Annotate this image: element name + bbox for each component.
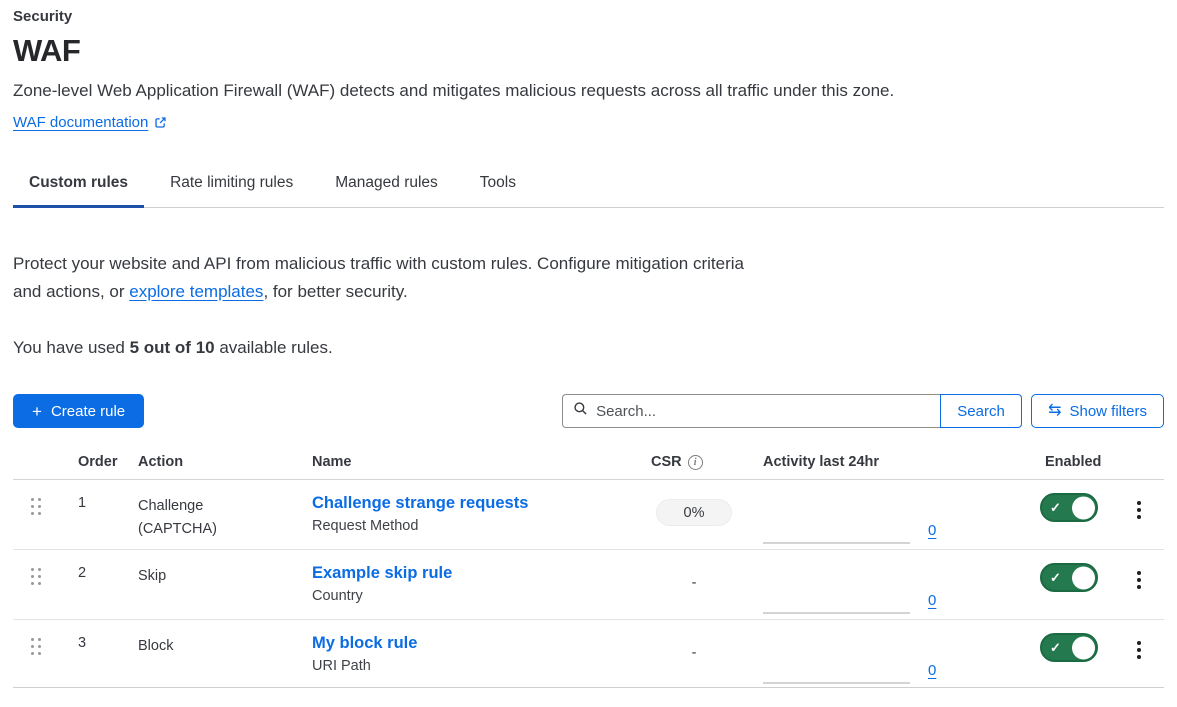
- intro-text-after: , for better security.: [263, 282, 407, 301]
- tab-managed-rules[interactable]: Managed rules: [319, 164, 454, 208]
- table-header-row: Order Action Name CSR i Activity last 24…: [13, 454, 1164, 480]
- column-header-action: Action: [125, 454, 299, 470]
- page-title: WAF: [13, 33, 1164, 69]
- rule-action: Skip: [125, 563, 255, 588]
- tab-rate-limiting-rules[interactable]: Rate limiting rules: [154, 164, 309, 208]
- tab-tools[interactable]: Tools: [464, 164, 532, 208]
- custom-rules-intro: Protect your website and API from malici…: [13, 250, 753, 306]
- explore-templates-link[interactable]: explore templates: [129, 282, 263, 301]
- rule-order: 2: [65, 563, 125, 581]
- column-header-csr: CSR i: [638, 454, 750, 470]
- rules-toolbar: + Create rule Search ⇆ Show filters: [13, 394, 1164, 428]
- rules-usage-summary: You have used 5 out of 10 available rule…: [13, 338, 1164, 358]
- csr-badge: 0%: [656, 499, 732, 526]
- column-header-name: Name: [299, 454, 638, 470]
- page-description: Zone-level Web Application Firewall (WAF…: [13, 81, 1164, 101]
- usage-text-before: You have used: [13, 338, 130, 357]
- plus-icon: +: [32, 403, 42, 420]
- csr-info-icon[interactable]: i: [688, 455, 703, 470]
- drag-handle-icon[interactable]: [31, 638, 41, 655]
- rule-expression-field: Request Method: [312, 518, 638, 534]
- create-rule-button-label: Create rule: [51, 403, 125, 420]
- external-link-icon: [154, 116, 167, 129]
- kebab-menu-button[interactable]: [1127, 637, 1151, 663]
- column-header-csr-label: CSR: [651, 454, 682, 470]
- search-group: Search ⇆ Show filters: [562, 394, 1164, 428]
- show-filters-button[interactable]: ⇆ Show filters: [1031, 394, 1164, 428]
- waf-page: Security WAF Zone-level Web Application …: [0, 0, 1177, 688]
- enabled-toggle[interactable]: ✓: [1040, 633, 1098, 662]
- breadcrumb-security: Security: [13, 8, 1164, 25]
- usage-text-after: available rules.: [215, 338, 333, 357]
- activity-sparkline: [763, 682, 910, 684]
- csr-value: -: [692, 575, 697, 591]
- table-row: 2 Skip Example skip rule Country - 0 ✓: [13, 550, 1164, 620]
- activity-sparkline: [763, 612, 910, 614]
- column-header-enabled: Enabled: [1033, 454, 1113, 470]
- waf-tabs: Custom rules Rate limiting rules Managed…: [13, 164, 1164, 208]
- usage-count: 5 out of 10: [130, 338, 215, 357]
- check-icon: ✓: [1050, 640, 1061, 656]
- enabled-toggle[interactable]: ✓: [1040, 493, 1098, 522]
- create-rule-button[interactable]: + Create rule: [13, 394, 144, 428]
- rule-name-link[interactable]: Example skip rule: [312, 563, 452, 583]
- rule-action: Challenge (CAPTCHA): [125, 493, 255, 541]
- activity-count-link[interactable]: 0: [928, 524, 936, 538]
- toggle-knob: [1072, 636, 1095, 659]
- waf-documentation-link[interactable]: WAF documentation: [13, 114, 167, 131]
- enabled-toggle[interactable]: ✓: [1040, 563, 1098, 592]
- table-row: 1 Challenge (CAPTCHA) Challenge strange …: [13, 480, 1164, 550]
- rule-order: 1: [65, 493, 125, 511]
- check-icon: ✓: [1050, 500, 1061, 516]
- kebab-menu-button[interactable]: [1127, 567, 1151, 593]
- search-icon: [573, 401, 588, 421]
- rule-name-link[interactable]: Challenge strange requests: [312, 493, 528, 513]
- toggle-knob: [1072, 496, 1095, 519]
- column-header-activity: Activity last 24hr: [750, 454, 1033, 470]
- swap-arrows-icon: ⇆: [1048, 403, 1061, 419]
- rule-expression-field: URI Path: [312, 658, 638, 674]
- rule-name-link[interactable]: My block rule: [312, 633, 417, 653]
- rule-action: Block: [125, 633, 255, 658]
- rule-order: 3: [65, 633, 125, 651]
- check-icon: ✓: [1050, 570, 1061, 586]
- drag-handle-icon[interactable]: [31, 498, 41, 515]
- rule-expression-field: Country: [312, 588, 638, 604]
- table-row: 3 Block My block rule URI Path - 0 ✓: [13, 620, 1164, 688]
- search-input[interactable]: [596, 403, 930, 420]
- show-filters-label: Show filters: [1069, 403, 1147, 420]
- csr-value: -: [692, 645, 697, 661]
- search-button[interactable]: Search: [940, 394, 1022, 428]
- search-box: [562, 394, 940, 428]
- toggle-knob: [1072, 566, 1095, 589]
- waf-documentation-link-label: WAF documentation: [13, 114, 148, 131]
- activity-sparkline: [763, 542, 910, 544]
- tab-custom-rules[interactable]: Custom rules: [13, 164, 144, 208]
- custom-rules-table: Order Action Name CSR i Activity last 24…: [13, 454, 1164, 688]
- drag-handle-icon[interactable]: [31, 568, 41, 585]
- kebab-menu-button[interactable]: [1127, 497, 1151, 523]
- activity-count-link[interactable]: 0: [928, 664, 936, 678]
- column-header-order: Order: [65, 454, 125, 470]
- activity-count-link[interactable]: 0: [928, 594, 936, 608]
